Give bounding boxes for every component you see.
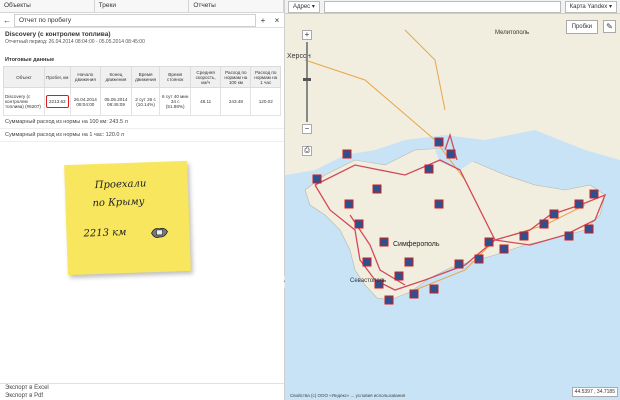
cell-move-time: 2 сут 26 с (10.14%) (130, 87, 161, 116)
column-header: Начало движения (69, 66, 102, 88)
totals: Суммарный расход из нормы на 100 км: 243… (0, 116, 284, 142)
crimea-emblem-icon (151, 227, 168, 238)
column-header: Расход по нормам на 100 км (220, 66, 252, 88)
zoom-control: + − (302, 30, 312, 138)
city-label: Севастополь (350, 278, 386, 284)
left-panel: Объекты Треки Отчеты ← Отчет по пробегу … (0, 0, 285, 400)
map-canvas: Херсон Мелитополь Симферополь Севастопол… (285, 14, 620, 305)
column-header: Конец движения (100, 66, 132, 88)
report-titlebar: ← Отчет по пробегу + × (0, 13, 284, 28)
note-line: 2213 км (83, 227, 127, 240)
report-title: Отчет по пробегу (14, 13, 256, 27)
city-label: Симферополь (393, 241, 440, 248)
address-dropdown-label: Адрес (293, 3, 311, 10)
column-header: Расход по нормам на 1 час (250, 66, 281, 88)
cell-start: 26.04.2014 08:04:00 (69, 87, 102, 116)
map-panel[interactable]: Херсон Мелитополь Симферополь Севастопол… (285, 0, 620, 400)
map-copyright: Свойства (c) ООО «Яндекс» ... условия ис… (290, 393, 406, 398)
map-provider-label: Карта Yandex (569, 3, 608, 10)
tab-objects[interactable]: Объекты (0, 0, 95, 12)
table-header-row: Объект Пробег, км Начало движения Конец … (3, 66, 281, 88)
note-line: Проехали (94, 178, 147, 192)
cell-rate-1h: 120.02 (250, 87, 281, 116)
report-period: Отчетный период: 26.04.2014 08:04:00 - 0… (5, 39, 145, 45)
tab-reports[interactable]: Отчеты (189, 0, 285, 12)
tab-bar: Объекты Треки Отчеты (0, 0, 285, 13)
export-excel-link[interactable]: Экспорт в Excel (0, 384, 284, 392)
cell-mileage: 2213.63 (43, 87, 71, 116)
zoom-slider-knob[interactable] (303, 78, 311, 81)
total-line: Суммарный расход из нормы на 100 км: 243… (0, 116, 284, 129)
column-header: Время движения (130, 66, 161, 88)
cell-avg-speed: 48.11 (190, 87, 222, 116)
column-header: Время стоянок (159, 66, 192, 88)
zoom-slider[interactable] (303, 42, 311, 122)
close-icon[interactable]: × (270, 16, 284, 25)
column-header: Средняя скорость, км/ч (190, 66, 222, 88)
cell-end: 05.05.2014 08:45:09 (100, 87, 132, 116)
zoom-in-button[interactable]: + (302, 30, 312, 40)
coordinates-readout: 44.5397 , 34.7185 (571, 387, 618, 397)
note-line: по Крыму (92, 196, 145, 210)
export-pdf-link[interactable]: Экспорт в Pdf (0, 392, 284, 400)
column-header: Объект (3, 66, 45, 88)
column-header: Пробег, км (43, 66, 71, 88)
print-icon[interactable]: ⎙ (302, 146, 312, 156)
back-arrow-icon[interactable]: ← (0, 16, 14, 25)
export-links: Экспорт в Excel Экспорт в Pdf (0, 383, 284, 400)
section-title: Итоговые данные (5, 57, 55, 63)
total-line: Суммарный расход из нормы на 1 час: 120.… (0, 129, 284, 142)
map-toolbar: Адрес ▾ Карта Yandex ▾ (285, 0, 620, 14)
map-provider-select[interactable]: Карта Yandex ▾ (564, 0, 617, 13)
table-row: Discovery (с контролем топлива) (#6207) … (3, 87, 281, 116)
tab-tracks[interactable]: Треки (95, 0, 190, 12)
sticky-note: Проехали по Крыму 2213 км (64, 160, 191, 276)
summary-table: Объект Пробег, км Начало движения Конец … (3, 66, 281, 116)
add-icon[interactable]: + (256, 16, 270, 25)
pencil-icon[interactable]: ✎ (603, 20, 616, 33)
address-input[interactable] (323, 0, 561, 13)
cell-stop-time: 6 сут 40 мин 34 с (51.88%) (159, 87, 192, 116)
traffic-button[interactable]: Пробки (565, 20, 598, 34)
address-dropdown[interactable]: Адрес ▾ (288, 0, 320, 13)
object-name: Discovery (с контролем топлива) (5, 31, 111, 38)
city-label: Мелитополь (495, 30, 529, 36)
zoom-out-button[interactable]: − (302, 124, 312, 134)
cell-object: Discovery (с контролем топлива) (#6207) (3, 87, 45, 116)
cell-rate-100: 243.48 (220, 87, 252, 116)
mileage-highlight: 2213.63 (45, 95, 69, 108)
